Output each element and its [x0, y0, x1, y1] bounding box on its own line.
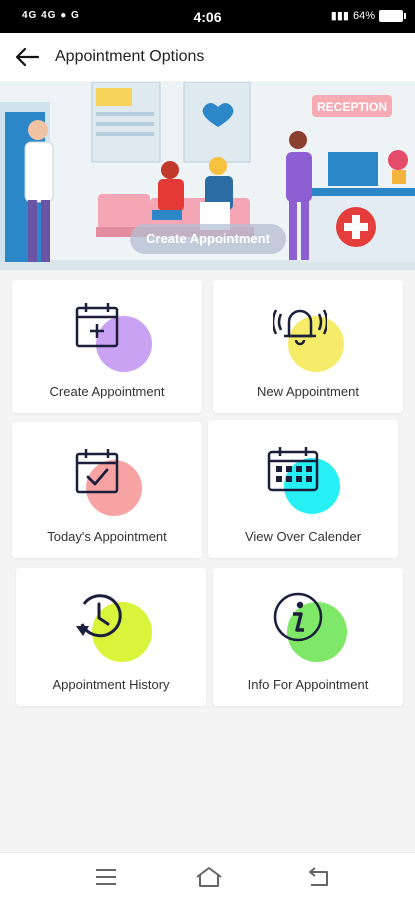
card-label: Info For Appointment [247, 677, 369, 692]
create-appointment-banner-button[interactable]: Create Appointment [130, 224, 286, 254]
appointment-history-card[interactable]: Appointment History [16, 568, 206, 706]
new-appointment-card[interactable]: New Appointment [213, 280, 403, 413]
bell-icon [273, 309, 327, 346]
view-over-calender-card[interactable]: View Over Calender [208, 420, 398, 558]
page-title: Appointment Options [55, 48, 205, 65]
menu-icon[interactable] [93, 865, 119, 889]
card-label: New Appointment [257, 384, 359, 399]
info-icon [273, 592, 323, 642]
card-label: Create Appointment [49, 384, 165, 399]
history-icon [76, 594, 122, 638]
todays-appointment-card[interactable]: Today's Appointment [12, 422, 202, 558]
status-bar: 4G 4G ● G 4:06 ▮▮▮ 64% [0, 0, 415, 33]
card-label: View Over Calender [244, 529, 362, 544]
battery-icon [379, 9, 406, 22]
card-label: Today's Appointment [47, 529, 167, 544]
calendar-grid-icon [267, 447, 319, 492]
battery-percent: 64% [352, 9, 375, 22]
signal-icon: ▮▮▮ [330, 10, 349, 22]
info-for-appointment-card[interactable]: Info For Appointment [213, 568, 403, 706]
system-navigation-bar [0, 852, 415, 900]
app-header: Appointment Options [0, 33, 415, 81]
hero-illustration: RECEPTION Create Appointment [0, 82, 415, 270]
create-appointment-card[interactable]: Create Appointment [12, 280, 202, 413]
calendar-plus-icon [75, 303, 119, 348]
back-nav-icon[interactable] [305, 865, 331, 889]
status-right: ▮▮▮ 64% [330, 9, 406, 22]
reception-sign: RECEPTION [317, 100, 387, 114]
calendar-check-icon [75, 449, 119, 494]
home-icon[interactable] [194, 865, 224, 889]
card-label: Appointment History [52, 677, 170, 692]
back-arrow-icon[interactable] [14, 45, 40, 69]
